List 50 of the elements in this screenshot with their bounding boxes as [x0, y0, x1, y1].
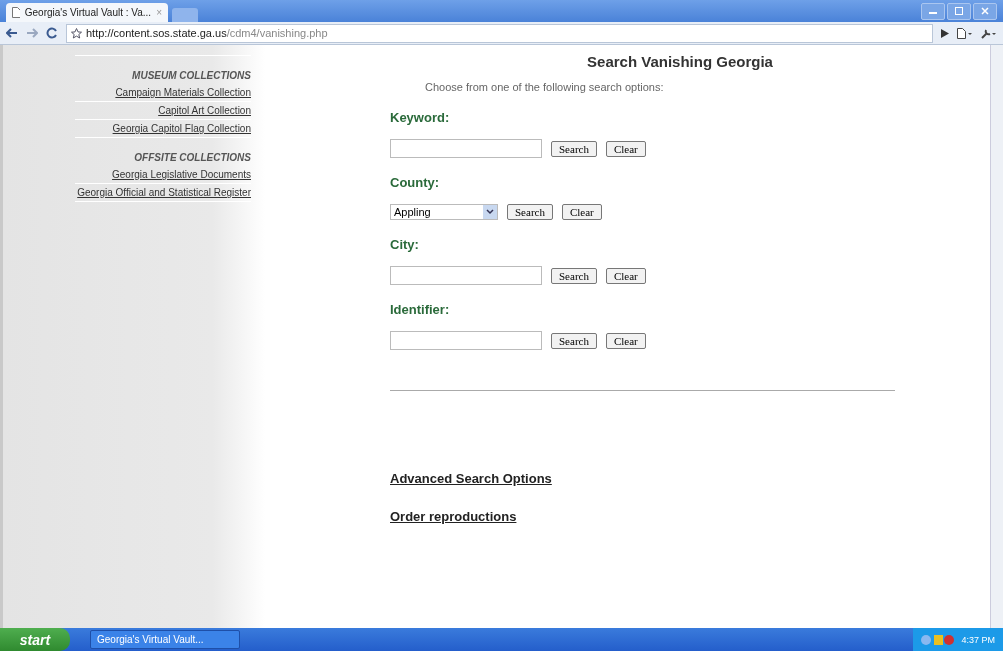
input-field[interactable]: [390, 266, 542, 285]
sidebar-heading: OFFSITE COLLECTIONS: [133, 151, 251, 165]
address-bar[interactable]: http://content.sos.state.ga.us/cdm4/vanishing.php: [66, 23, 933, 43]
page-icon: [12, 7, 20, 18]
taskbar-button[interactable]: Georgia's Virtual Vault...: [90, 630, 240, 649]
tray-icons[interactable]: [921, 633, 956, 646]
reload-icon[interactable]: [46, 27, 58, 39]
maximize-button[interactable]: [947, 2, 971, 20]
input-field[interactable]: [390, 331, 542, 350]
sidebar-link[interactable]: Campaign Materials Collection: [75, 84, 251, 102]
intro-text: Choose from one of the following search options:: [425, 81, 665, 93]
scrollbar[interactable]: [990, 45, 1003, 628]
wrench-icon[interactable]: [981, 27, 997, 39]
page-link[interactable]: Advanced Search Options: [390, 471, 990, 486]
field-label: County:: [390, 175, 441, 190]
sidebar-link[interactable]: Georgia Legislative Documents: [75, 166, 251, 184]
search-button[interactable]: Search: [551, 332, 597, 349]
sidebar-link[interactable]: Georgia Official and Statistical Register: [75, 184, 251, 202]
field-label: Identifier:: [390, 302, 451, 317]
url-text: http://content.sos.state.ga.us/cdm4/vanishing.php: [86, 27, 328, 39]
clear-button[interactable]: Clear: [605, 332, 646, 349]
field-label: Keyword:: [390, 110, 451, 125]
search-button[interactable]: Search: [507, 204, 553, 220]
start-button[interactable]: start: [0, 628, 70, 651]
clear-button[interactable]: Clear: [561, 204, 602, 220]
close-icon: [981, 7, 989, 15]
close-button[interactable]: [973, 2, 997, 20]
clear-button[interactable]: Clear: [605, 267, 646, 284]
field-label: City:: [390, 237, 420, 252]
play-icon[interactable]: [941, 28, 949, 38]
maximize-icon: [955, 7, 963, 15]
forward-icon[interactable]: [26, 28, 38, 38]
input-field[interactable]: [390, 139, 542, 158]
back-icon[interactable]: [6, 28, 18, 38]
page-menu-icon[interactable]: [957, 27, 973, 39]
search-button[interactable]: Search: [551, 140, 597, 157]
tab-title: Georgia's Virtual Vault : Va...: [24, 7, 152, 18]
page-link[interactable]: Order reproductions: [390, 509, 990, 524]
search-button[interactable]: Search: [551, 267, 597, 284]
star-icon[interactable]: [71, 27, 82, 39]
caret-icon: [483, 205, 497, 219]
sidebar-link[interactable]: Georgia Capitol Flag Collection: [75, 120, 251, 138]
clear-button[interactable]: Clear: [605, 140, 646, 157]
browser-tab[interactable]: Georgia's Virtual Vault : Va... ×: [6, 3, 168, 22]
clock: 4:37 PM: [961, 634, 995, 645]
minimize-button[interactable]: [921, 2, 945, 20]
page-title: Search Vanishing Georgia: [586, 53, 774, 70]
county-dropdown[interactable]: Appling: [390, 204, 498, 220]
sidebar-heading: MUSEUM COLLECTIONS: [131, 69, 251, 83]
sidebar-link[interactable]: Capitol Art Collection: [75, 102, 251, 120]
